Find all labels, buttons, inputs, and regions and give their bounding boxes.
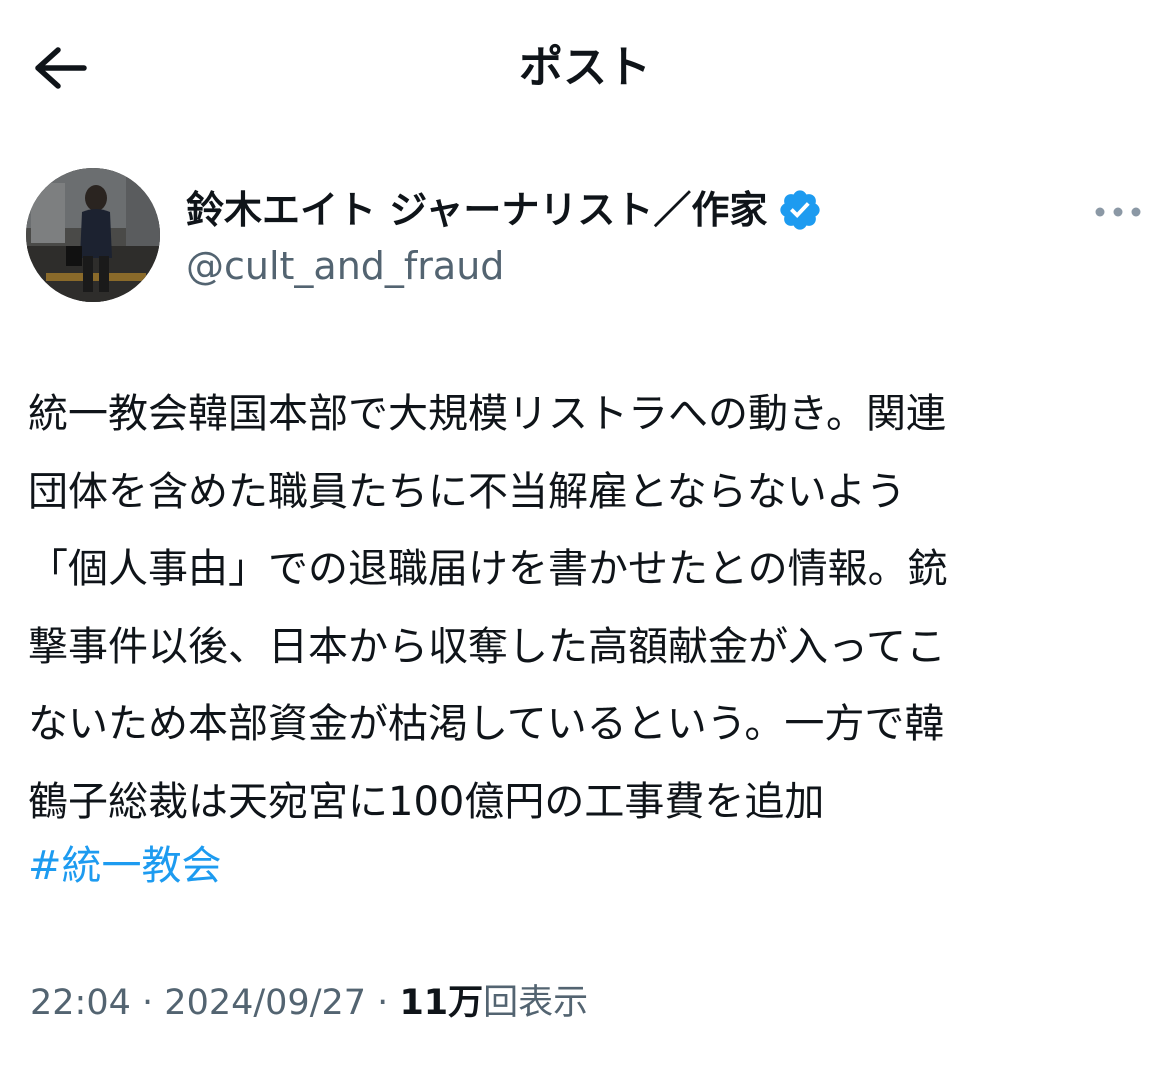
- views-count: 11万: [399, 983, 484, 1023]
- tweet-line: ないため本部資金が枯渇しているという。一方で韓: [28, 701, 945, 747]
- avatar-photo: [26, 168, 160, 302]
- tweet-line: 「個人事由」での退職届けを書かせたとの情報。銃: [28, 546, 948, 592]
- more-options-button[interactable]: [1088, 192, 1148, 232]
- tweet-line: 団体を含めた職員たちに不当解雇とならないよう: [28, 468, 906, 515]
- tweet-text: 統一教会韓国本部で大規模リストラへの動き。関連 団体を含めた職員たちに不当解雇と…: [28, 376, 1138, 841]
- page-title: ポスト: [519, 42, 651, 93]
- tweet-meta: 22:04 · 2024/09/27 · 11万回表示: [30, 978, 588, 1028]
- avatar[interactable]: [26, 168, 160, 302]
- display-name-text: 鈴木エイト ジャーナリスト／作家: [186, 188, 768, 232]
- meta-separator: ·: [142, 983, 154, 1023]
- tweet-line: 統一教会韓国本部で大規模リストラへの動き。関連: [28, 391, 946, 437]
- user-handle[interactable]: @cult_and_fraud: [186, 240, 504, 292]
- tweet-date[interactable]: 2024/09/27: [164, 983, 366, 1023]
- hashtag-link[interactable]: #統一教会: [28, 828, 222, 906]
- top-bar: ポスト: [0, 0, 1170, 136]
- verified-badge-icon[interactable]: [777, 187, 823, 233]
- views-label: 回表示: [483, 983, 589, 1023]
- author-row: 鈴木エイト ジャーナリスト／作家 @cult_and_fraud: [26, 168, 1146, 308]
- more-dots-icon: [1095, 207, 1141, 217]
- meta-separator: ·: [377, 983, 389, 1023]
- tweet-time[interactable]: 22:04: [30, 983, 131, 1023]
- tweet-line: 撃事件以後、日本から収奪した高額献金が入ってこ: [28, 623, 946, 670]
- display-name[interactable]: 鈴木エイト ジャーナリスト／作家: [186, 184, 823, 236]
